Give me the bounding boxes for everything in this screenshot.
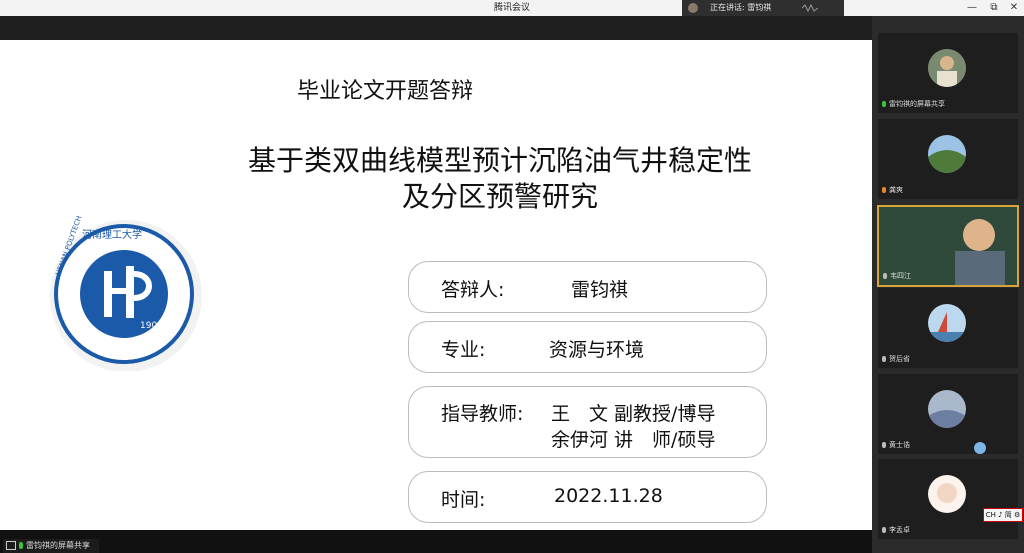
participant-name: 雷钧祺的屏幕共享 bbox=[882, 99, 945, 109]
close-button[interactable]: ✕ bbox=[1004, 0, 1024, 16]
advisor-line-1: 王 文 副教授/博导 bbox=[551, 403, 716, 425]
mic-icon bbox=[883, 273, 887, 279]
participant-tile[interactable]: 黄士诰 bbox=[878, 374, 1018, 454]
speaker-avatar bbox=[688, 3, 698, 13]
participant-name: 贺后省 bbox=[882, 354, 910, 364]
screen-share-icon bbox=[6, 541, 16, 550]
date-value: 2022.11.28 bbox=[554, 485, 663, 507]
advisor-line-2: 余伊河 讲 师/硕导 bbox=[551, 429, 716, 451]
speaking-indicator: 正在讲话: 雷钧祺 bbox=[682, 0, 844, 16]
university-logo: 1909 HENAN POLYTECHNIC UNIVERSITY 河南理工大学 bbox=[50, 216, 202, 371]
logo-year: 1909 bbox=[140, 321, 163, 331]
participant-sidebar[interactable]: 雷钧祺的屏幕共享 龚爽 韦四江 贺后省 黄士诰 李孟卓 bbox=[872, 16, 1024, 553]
major-box: 专业: 资源与环境 bbox=[408, 321, 767, 373]
slide-header: 毕业论文开题答辩 bbox=[296, 79, 473, 104]
person-icon bbox=[882, 187, 886, 193]
speaking-label: 正在讲话: 雷钧祺 bbox=[710, 3, 772, 12]
participant-tile[interactable]: 贺后省 bbox=[878, 288, 1018, 368]
logo-top-text: 河南理工大学 bbox=[82, 228, 142, 241]
screen-share-tag[interactable]: 雷钧祺的屏幕共享 bbox=[3, 539, 99, 553]
slide-title-line1: 基于类双曲线模型预计沉陷油气井稳定性 bbox=[247, 144, 752, 177]
share-top-margin bbox=[0, 16, 872, 40]
advisor-box: 指导教师: 王 文 副教授/博导 余伊河 讲 师/硕导 bbox=[408, 386, 767, 458]
avatar bbox=[928, 49, 966, 87]
participant-tile[interactable]: 雷钧祺的屏幕共享 bbox=[878, 33, 1018, 113]
slide-title-line2: 及分区预警研究 bbox=[401, 180, 598, 213]
date-label: 时间: bbox=[441, 489, 486, 511]
major-value: 资源与环境 bbox=[549, 339, 645, 361]
shared-slide: 毕业论文开题答辩 基于类双曲线模型预计沉陷油气井稳定性 及分区预警研究 1909… bbox=[0, 40, 872, 530]
pointer-cursor bbox=[974, 442, 986, 454]
participant-tile[interactable]: 李孟卓 bbox=[878, 459, 1018, 539]
screen-share-tag-label: 雷钧祺的屏幕共享 bbox=[26, 541, 90, 550]
mic-icon bbox=[882, 442, 886, 448]
date-box: 时间: 2022.11.28 bbox=[408, 471, 767, 523]
presenter-label: 答辩人: bbox=[441, 279, 505, 301]
avatar bbox=[928, 304, 966, 342]
minimize-button[interactable]: — bbox=[962, 0, 982, 16]
presenter-box: 答辩人: 雷钧祺 bbox=[408, 261, 767, 313]
presenter-value: 雷钧祺 bbox=[571, 279, 629, 301]
mic-icon bbox=[19, 542, 23, 549]
slide-title: 基于类双曲线模型预计沉陷油气井稳定性 及分区预警研究 bbox=[140, 143, 860, 215]
ime-indicator[interactable]: CH ♪ 简 ⚙ bbox=[983, 508, 1023, 522]
avatar bbox=[928, 390, 966, 428]
participant-name: 龚爽 bbox=[882, 185, 903, 195]
mic-icon bbox=[882, 356, 886, 362]
mic-icon bbox=[882, 527, 886, 533]
participant-tile[interactable]: 龚爽 bbox=[878, 119, 1018, 199]
participant-name: 黄士诰 bbox=[882, 440, 910, 450]
bottom-bar bbox=[0, 530, 872, 553]
screen-share-icon bbox=[882, 101, 886, 107]
audio-wave-icon bbox=[802, 4, 818, 12]
avatar bbox=[928, 475, 966, 513]
participant-tile-active[interactable]: 韦四江 bbox=[877, 205, 1019, 287]
advisor-label: 指导教师: bbox=[441, 403, 524, 425]
restore-button[interactable]: ⧉ bbox=[984, 0, 1004, 16]
participant-name: 韦四江 bbox=[883, 271, 911, 281]
participant-name: 李孟卓 bbox=[882, 525, 910, 535]
app-title: 腾讯会议 bbox=[493, 3, 530, 13]
major-label: 专业: bbox=[441, 339, 486, 361]
avatar bbox=[928, 135, 966, 173]
